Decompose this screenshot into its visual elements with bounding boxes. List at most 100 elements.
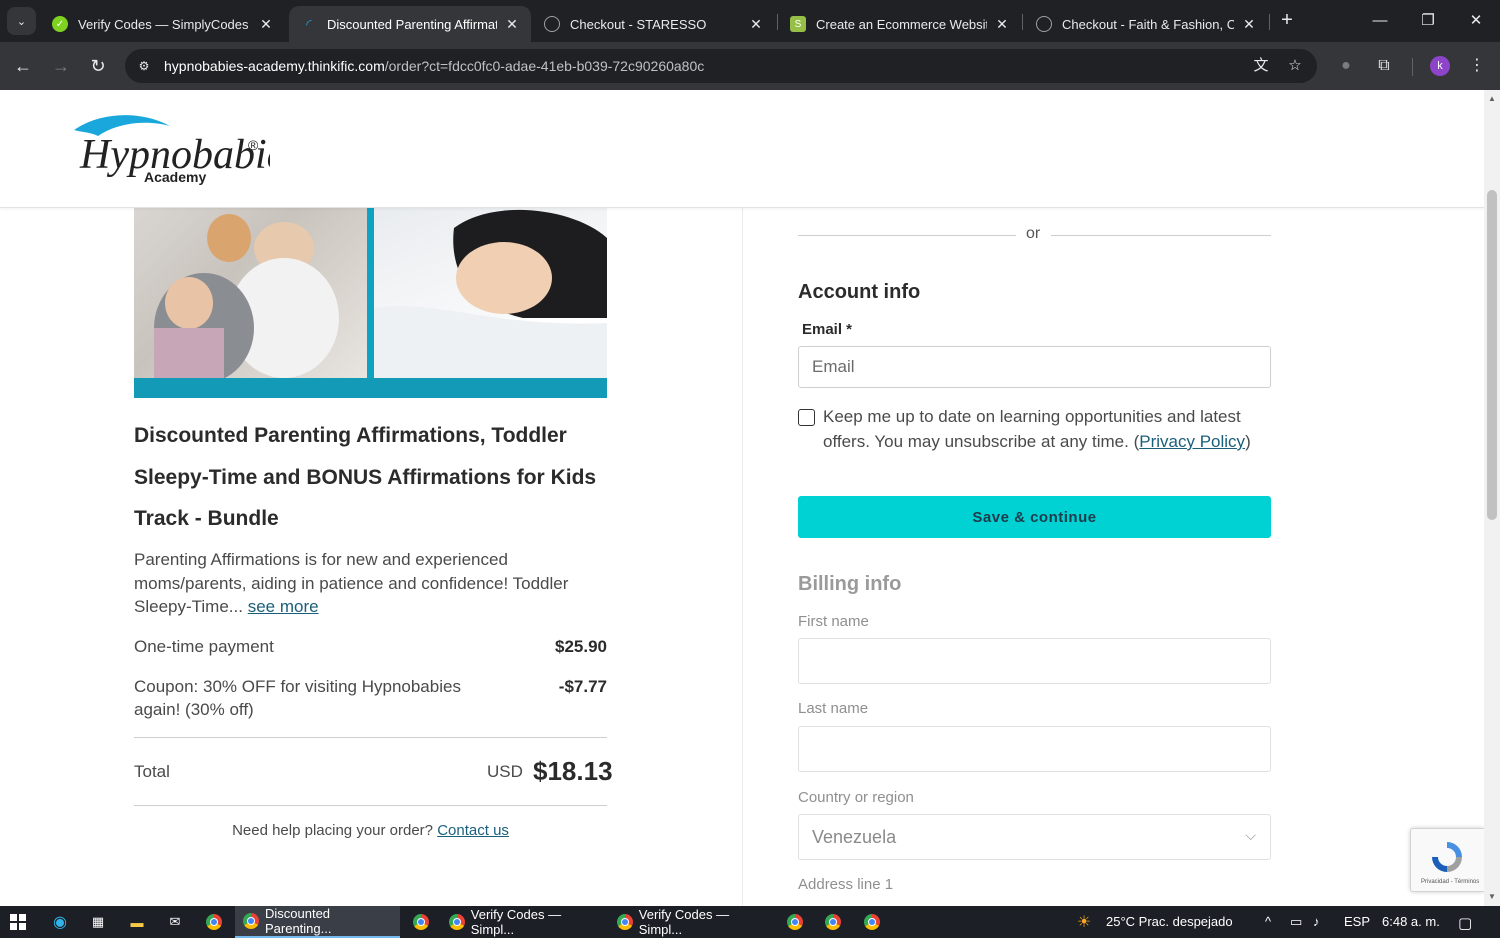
see-more-link[interactable]: see more <box>248 597 319 616</box>
recaptcha-badge[interactable]: Privacidad - Términos <box>1410 828 1484 892</box>
scroll-thumb[interactable] <box>1487 190 1497 520</box>
network-icon[interactable]: ▭ <box>1290 914 1302 930</box>
payment-label: One-time payment <box>134 637 274 656</box>
help-text: Need help placing your order? Contact us <box>134 822 607 839</box>
translate-icon[interactable]: 文 <box>1251 56 1271 76</box>
contact-us-link[interactable]: Contact us <box>437 822 509 839</box>
site-header: Hypnobabies Academy ® <box>0 90 1484 208</box>
close-tab-icon[interactable]: ✕ <box>503 16 521 33</box>
menu-kebab-icon[interactable]: ⋮ <box>1465 54 1489 78</box>
chrome-icon[interactable] <box>825 914 841 930</box>
page-scrollbar[interactable]: ▲ ▼ <box>1484 90 1500 906</box>
first-name-label: First name <box>798 613 869 630</box>
star-icon[interactable]: ☆ <box>1285 56 1305 76</box>
windows-start-icon[interactable] <box>10 914 26 930</box>
scroll-up-icon[interactable]: ▲ <box>1484 92 1500 106</box>
new-tab-button[interactable]: + <box>1276 9 1298 31</box>
tab-checkout-staresso[interactable]: Checkout - STARESSO ✕ <box>532 6 775 42</box>
weather-icon[interactable]: ☀ <box>1073 911 1095 933</box>
billing-info-heading: Billing info <box>798 573 902 595</box>
tab-verify-codes[interactable]: ✓ Verify Codes — SimplyCodes ✕ <box>40 6 285 42</box>
edge-icon[interactable]: ◉ <box>49 911 71 933</box>
hypnobabies-favicon-icon: ◜ <box>306 15 312 32</box>
back-button[interactable]: ← <box>9 52 37 80</box>
chevron-up-icon[interactable]: ^ <box>1265 914 1271 929</box>
or-divider-right <box>1051 235 1271 236</box>
minimize-button[interactable]: — <box>1357 8 1403 34</box>
simplycodes-favicon-icon: ✓ <box>52 16 68 32</box>
language-indicator[interactable]: ESP <box>1344 914 1370 929</box>
globe-icon <box>544 16 560 32</box>
product-image-mother-baby <box>134 208 367 383</box>
site-info-icon[interactable]: ⚙ <box>135 57 153 75</box>
browser-toolbar: ← → ↻ ⚙ hypnobabies-academy.thinkific.co… <box>0 42 1500 90</box>
coupon-value: -$7.77 <box>558 677 607 696</box>
profile-avatar[interactable]: k <box>1430 56 1450 76</box>
newsletter-checkbox[interactable] <box>798 409 815 426</box>
file-explorer-icon[interactable]: ▬ <box>126 911 148 933</box>
tab-create-ecommerce[interactable]: S Create an Ecommerce Website ✕ <box>778 6 1021 42</box>
weather-text[interactable]: 25°C Prac. despejado <box>1106 914 1233 929</box>
chrome-icon[interactable] <box>787 914 803 930</box>
restore-button[interactable]: ❐ <box>1405 8 1451 34</box>
summary-divider <box>134 737 607 738</box>
forward-button[interactable]: → <box>47 52 75 80</box>
close-tab-icon[interactable]: ✕ <box>257 16 275 33</box>
chrome-icon[interactable] <box>864 914 880 930</box>
close-window-button[interactable]: ✕ <box>1453 8 1499 34</box>
total-currency: USD <box>487 762 523 781</box>
reload-button[interactable]: ↻ <box>84 52 112 80</box>
extension-icon[interactable]: ● <box>1334 54 1358 78</box>
recaptcha-icon <box>1432 842 1462 872</box>
close-tab-icon[interactable]: ✕ <box>747 16 765 33</box>
tab-strip: ⌄ ✓ Verify Codes — SimplyCodes ✕ ◜ Disco… <box>0 0 1500 42</box>
first-name-input[interactable] <box>798 638 1271 684</box>
chrome-icon[interactable] <box>413 914 429 930</box>
chevron-down-icon: ⌵ <box>1245 827 1256 843</box>
product-image-band <box>134 378 607 398</box>
logo-registered-mark: ® <box>248 137 259 153</box>
volume-icon[interactable]: ♪ <box>1313 914 1320 929</box>
tab-separator <box>1022 14 1023 30</box>
close-tab-icon[interactable]: ✕ <box>1240 16 1258 33</box>
taskbar-app-verify-codes-1[interactable]: Verify Codes — Simpl... <box>441 906 606 938</box>
country-label: Country or region <box>798 789 914 806</box>
address-bar[interactable]: ⚙ hypnobabies-academy.thinkific.com/orde… <box>125 49 1317 83</box>
taskbar-app-discounted-parenting[interactable]: Discounted Parenting... <box>235 906 400 938</box>
column-divider <box>742 208 743 906</box>
url-text[interactable]: hypnobabies-academy.thinkific.com/order?… <box>164 58 704 74</box>
tab-search-button[interactable]: ⌄ <box>7 7 36 35</box>
toolbar-separator <box>1412 58 1413 76</box>
newsletter-label: Keep me up to date on learning opportuni… <box>823 407 1251 451</box>
chrome-icon <box>449 914 465 930</box>
taskbar-app-verify-codes-2[interactable]: Verify Codes — Simpl... <box>609 906 774 938</box>
product-image-sleeping-child <box>374 208 607 378</box>
address-line1-label: Address line 1 <box>798 876 894 893</box>
clock[interactable]: 6:48 a. m. <box>1382 914 1440 929</box>
notifications-icon[interactable]: ▢ <box>1458 914 1472 932</box>
mail-icon[interactable]: ✉ <box>164 911 186 933</box>
chrome-icon <box>243 913 259 929</box>
or-divider-left <box>798 235 1016 236</box>
product-description: Parenting Affirmations is for new and ex… <box>134 548 604 619</box>
summary-divider <box>134 805 607 806</box>
windows-taskbar: ◉ ▦ ▬ ✉ Discounted Parenting... Verify C… <box>0 906 1500 938</box>
tab-checkout-faith[interactable]: Checkout - Faith & Fashion, Co ✕ <box>1024 6 1268 42</box>
chrome-icon[interactable] <box>206 914 222 930</box>
store-icon[interactable]: ▦ <box>87 911 109 933</box>
close-tab-icon[interactable]: ✕ <box>993 16 1011 33</box>
country-select[interactable]: Venezuela ⌵ <box>798 814 1271 860</box>
scroll-down-icon[interactable]: ▼ <box>1484 890 1500 904</box>
checkout-page: Hypnobabies Academy ® <box>0 90 1484 906</box>
coupon-label: Coupon: 30% OFF for visiting Hypnobabies… <box>134 677 461 719</box>
last-name-label: Last name <box>798 700 869 717</box>
recaptcha-footer[interactable]: Privacidad - Términos <box>1421 879 1479 885</box>
email-input[interactable] <box>798 346 1271 388</box>
save-continue-button[interactable]: Save & continue <box>798 496 1271 538</box>
puzzle-icon[interactable]: ⧉ <box>1372 54 1396 78</box>
tab-discounted-parenting[interactable]: ◜ Discounted Parenting Affirmatio ✕ <box>289 6 531 42</box>
payment-row: One-time payment $25.90 <box>134 635 607 660</box>
privacy-policy-link[interactable]: Privacy Policy <box>1139 432 1245 451</box>
hypnobabies-logo[interactable]: Hypnobabies Academy ® <box>70 112 270 187</box>
last-name-input[interactable] <box>798 726 1271 772</box>
